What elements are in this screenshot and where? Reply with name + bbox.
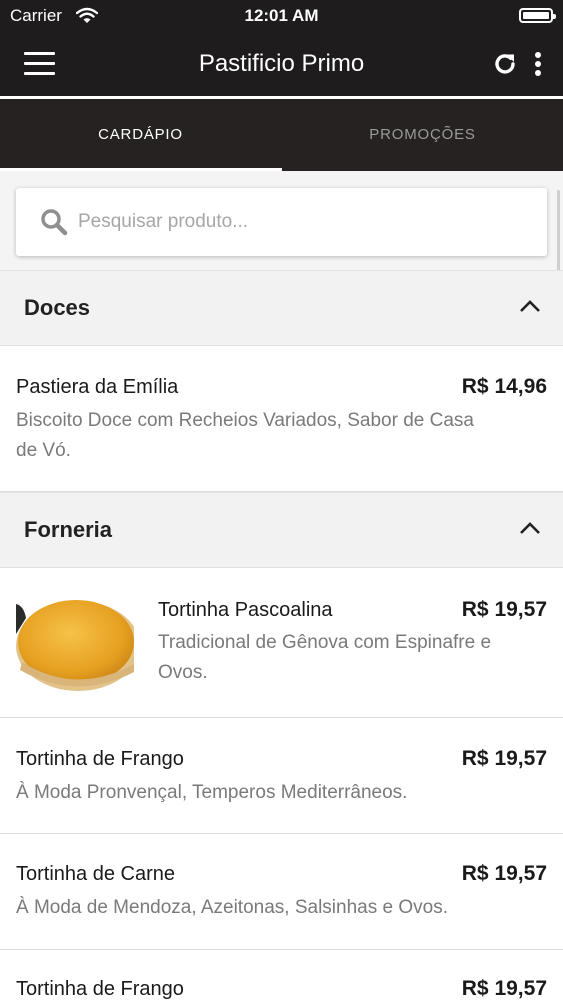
tab-bar: CARDÁPIO PROMOÇÕES	[0, 99, 563, 171]
product-description: Biscoito Doce com Recheios Variados, Sab…	[16, 410, 474, 461]
page-title: Pastificio Primo	[198, 50, 365, 77]
product-name: Tortinha de Carne	[16, 863, 175, 885]
tab-promocoes[interactable]: PROMOÇÕES	[282, 99, 563, 171]
list-item[interactable]: Tortinha de Carne R$ 19,57 À Moda de Men…	[0, 834, 563, 950]
product-price: R$ 19,57	[461, 747, 547, 770]
product-name: Pastiera da Emília	[16, 376, 179, 398]
product-name: Tortinha de Frango	[16, 748, 184, 770]
product-description: À Moda de Mendoza, Azeitonas, Salsinhas …	[16, 897, 448, 918]
product-name: Tortinha de Frango	[16, 978, 184, 1000]
more-options-icon[interactable]	[534, 52, 542, 76]
tab-cardapio[interactable]: CARDÁPIO	[0, 99, 281, 171]
list-item[interactable]: Tortinha Pascoalina R$ 19,57 Tradicional…	[0, 568, 563, 718]
refresh-icon[interactable]	[492, 51, 518, 82]
battery-icon	[519, 8, 556, 23]
search-icon	[40, 208, 68, 241]
list-item[interactable]: Pastiera da Emília R$ 14,96 Biscoito Doc…	[0, 346, 563, 492]
product-price: R$ 14,96	[461, 375, 547, 398]
section-header-forneria[interactable]: Forneria	[0, 492, 563, 568]
section-header-doces[interactable]: Doces	[0, 270, 563, 346]
search-box[interactable]	[16, 188, 547, 256]
search-input[interactable]	[78, 188, 528, 256]
app-header: Pastificio Primo	[0, 32, 563, 96]
product-price: R$ 19,57	[461, 862, 547, 885]
product-price: R$ 19,57	[461, 977, 547, 1000]
product-price: R$ 19,57	[461, 598, 547, 621]
clock: 12:01 AM	[244, 6, 319, 25]
list-item[interactable]: Tortinha de Frango R$ 19,57 À Moda Pronv…	[0, 718, 563, 834]
search-area	[0, 171, 563, 271]
chevron-up-icon[interactable]	[519, 521, 541, 540]
product-description: Tradicional de Gênova com Espinafre e Ov…	[158, 632, 492, 683]
product-image	[16, 584, 134, 702]
section-title: Doces	[24, 295, 91, 320]
product-name: Tortinha Pascoalina	[158, 599, 333, 621]
chevron-up-icon[interactable]	[519, 299, 541, 318]
section-title: Forneria	[24, 517, 113, 542]
list-item[interactable]: Tortinha de Frango R$ 19,57	[0, 950, 563, 1000]
product-description: À Moda Pronvençal, Temperos Mediterrâneo…	[16, 782, 408, 803]
status-bar: Carrier 12:01 AM	[0, 0, 563, 32]
